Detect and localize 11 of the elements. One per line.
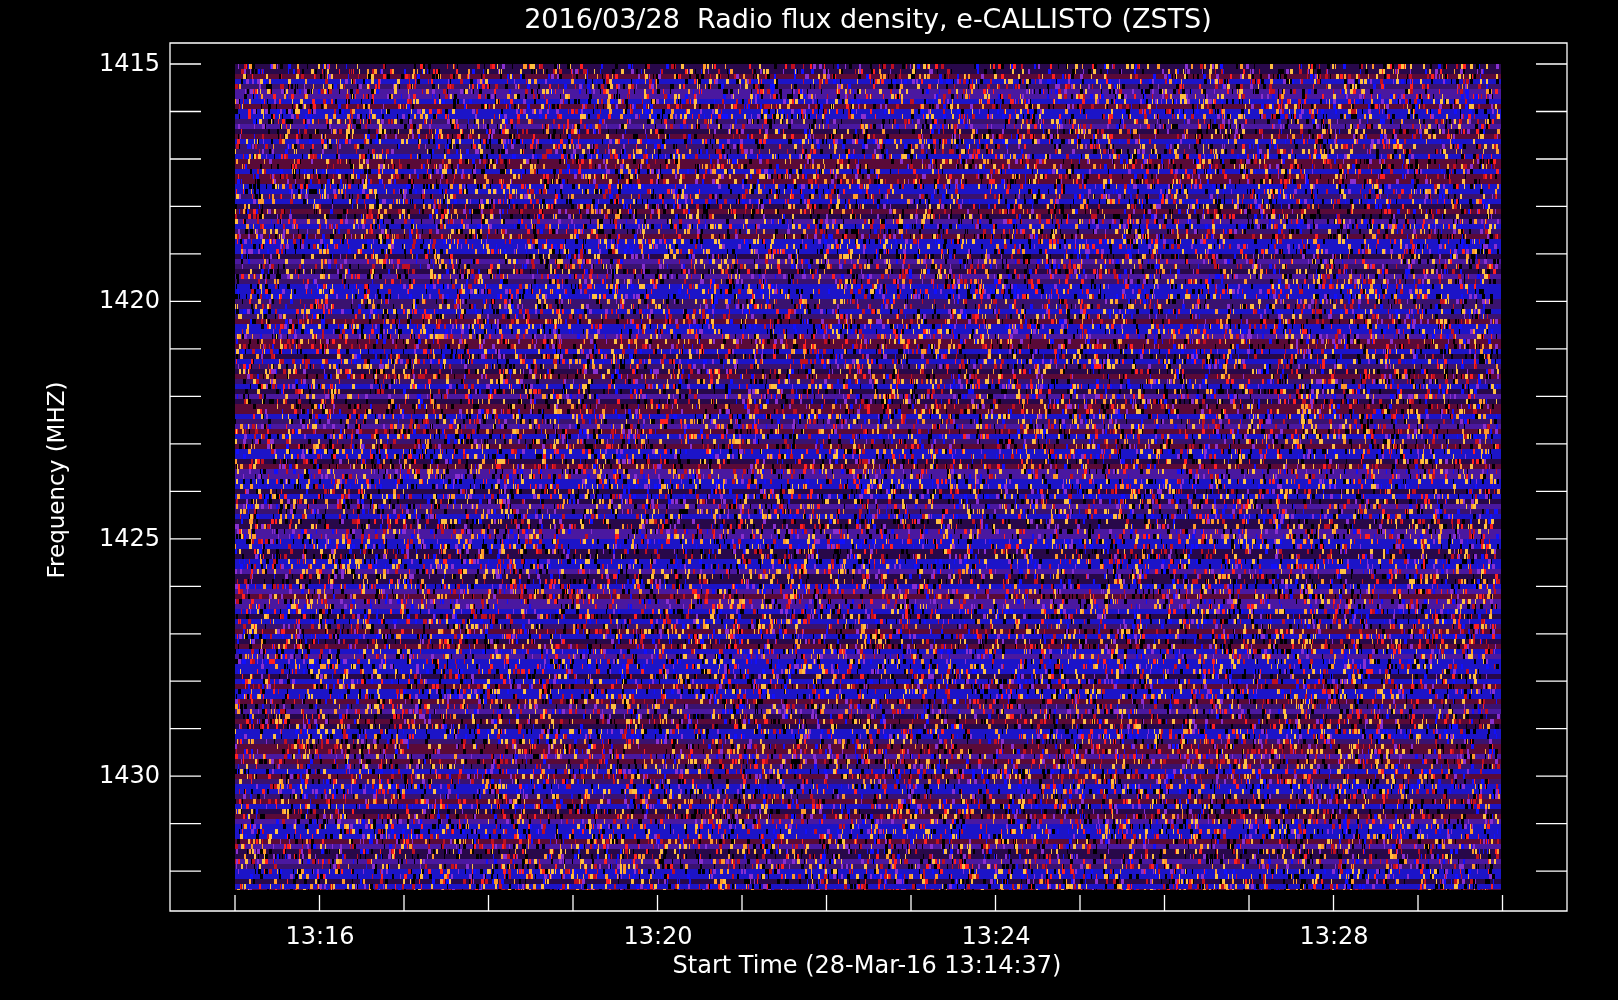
tick-label: 13:16 (285, 922, 355, 950)
tick-label: 13:28 (1299, 922, 1369, 950)
tick-label: 1425 (98, 523, 160, 552)
tick-label: 1430 (98, 761, 160, 790)
tick-label: 1420 (98, 286, 160, 315)
tick-label: 13:24 (961, 922, 1031, 950)
tick-label: 13:20 (623, 922, 693, 950)
axis-label: Start Time (28-Mar-16 13:14:37) (672, 951, 1062, 979)
axis-label: Frequency (MHZ) (42, 381, 69, 579)
chart-title: 2016/03/28 Radio flux density, e-CALLISTO (ZSTS) (524, 2, 1212, 34)
tick-label: 1415 (98, 49, 160, 77)
